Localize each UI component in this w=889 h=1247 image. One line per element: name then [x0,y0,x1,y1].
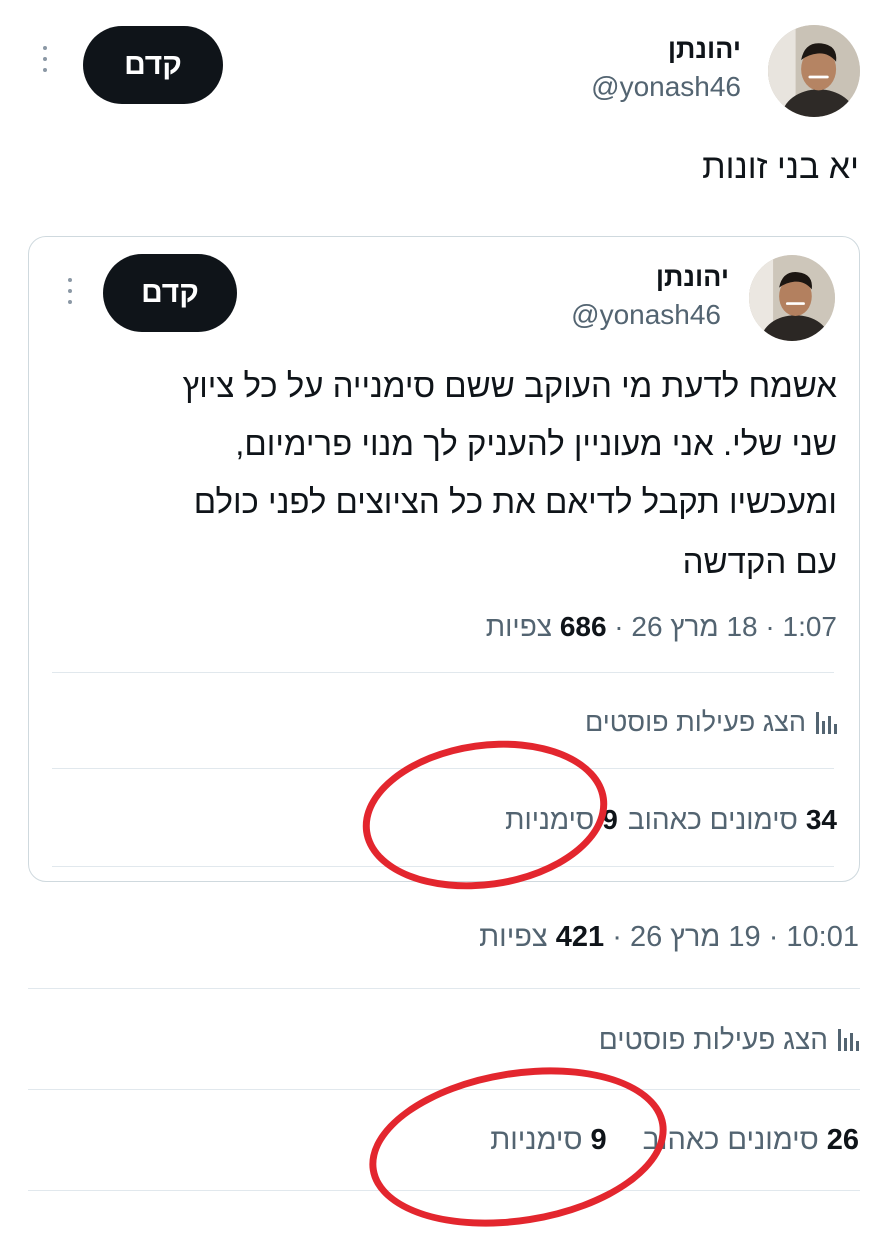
bookmarks-label[interactable]: סימניות [490,1124,582,1157]
quoted-avatar-photo [749,255,835,341]
quoted-more-dots-icon[interactable] [65,278,75,304]
quoted-views-label: צפיות [485,611,553,642]
likes-count[interactable]: 26 [827,1124,859,1157]
quoted-post-activity-link[interactable]: הצג פעילות פוסטים [585,707,837,738]
post-activity-link[interactable]: הצג פעילות פוסטים [599,1024,859,1056]
quoted-bookmarks-count[interactable]: 9 [602,804,618,836]
quoted-tweet-text-line: ומעכשיו תקבל לדיאם את כל הציוצים לפני כו… [193,483,837,520]
tweet-time[interactable]: 10:01 [786,921,859,953]
quoted-follow-button[interactable]: קדם [103,254,237,332]
author-name[interactable]: יהונתן [668,34,741,65]
avatar-photo [768,25,860,117]
author-handle[interactable]: @yonash46 [591,71,741,103]
quoted-tweet-text-line: אשמח לדעת מי העוקב ששם סימנייה על כל ציו… [182,367,837,404]
divider [28,1190,860,1191]
quoted-views-count: 686 [559,611,607,642]
engagement-stats: 26 סימונים כאהוב 9 סימניות [490,1124,859,1157]
follow-button[interactable]: קדם [83,26,223,104]
quoted-likes-label[interactable]: סימונים כאהוב [628,804,798,836]
quoted-bookmarks-label[interactable]: סימניות [505,804,594,836]
avatar[interactable] [768,25,860,117]
quoted-time[interactable]: 1:07 [783,611,838,642]
views-count: 421 [555,921,605,953]
tweet-date[interactable]: 19 מרץ 26 [630,921,761,953]
quoted-avatar[interactable] [749,255,835,341]
divider [28,988,860,989]
bar-chart-icon [816,711,837,734]
bar-chart-icon [838,1029,859,1051]
activity-label: הצג פעילות פוסטים [598,1024,828,1055]
quoted-engagement-stats: 34 סימונים כאהוב 9 סימניות [505,804,837,836]
quoted-tweet-text-line: שני שלי. אני מעוניין להעניק לך מנוי פרימ… [235,425,837,462]
divider [28,1089,860,1090]
tweet-text: יא בני זונות [702,148,859,186]
activity-label: הצג פעילות פוסטים [584,707,806,737]
likes-label[interactable]: סימונים כאהוב [643,1124,819,1157]
divider [52,768,834,769]
quoted-author-name[interactable]: יהונתן [656,262,729,293]
quoted-likes-count[interactable]: 34 [806,804,837,836]
divider [52,866,834,867]
quoted-author-handle[interactable]: @yonash46 [571,299,721,331]
quoted-tweet-meta: 1:07 · 18 מרץ 26 · 686 צפיות [485,611,838,642]
tweet-meta: 10:01 · 19 מרץ 26 · 421 צפיות [479,921,859,953]
more-dots-icon[interactable] [40,46,50,72]
bookmarks-count[interactable]: 9 [591,1124,607,1157]
views-label: צפיות [479,921,548,953]
divider [52,672,834,673]
quoted-tweet-text-line: עם הקדשה [682,543,837,580]
quoted-date[interactable]: 18 מרץ 26 [631,611,757,642]
